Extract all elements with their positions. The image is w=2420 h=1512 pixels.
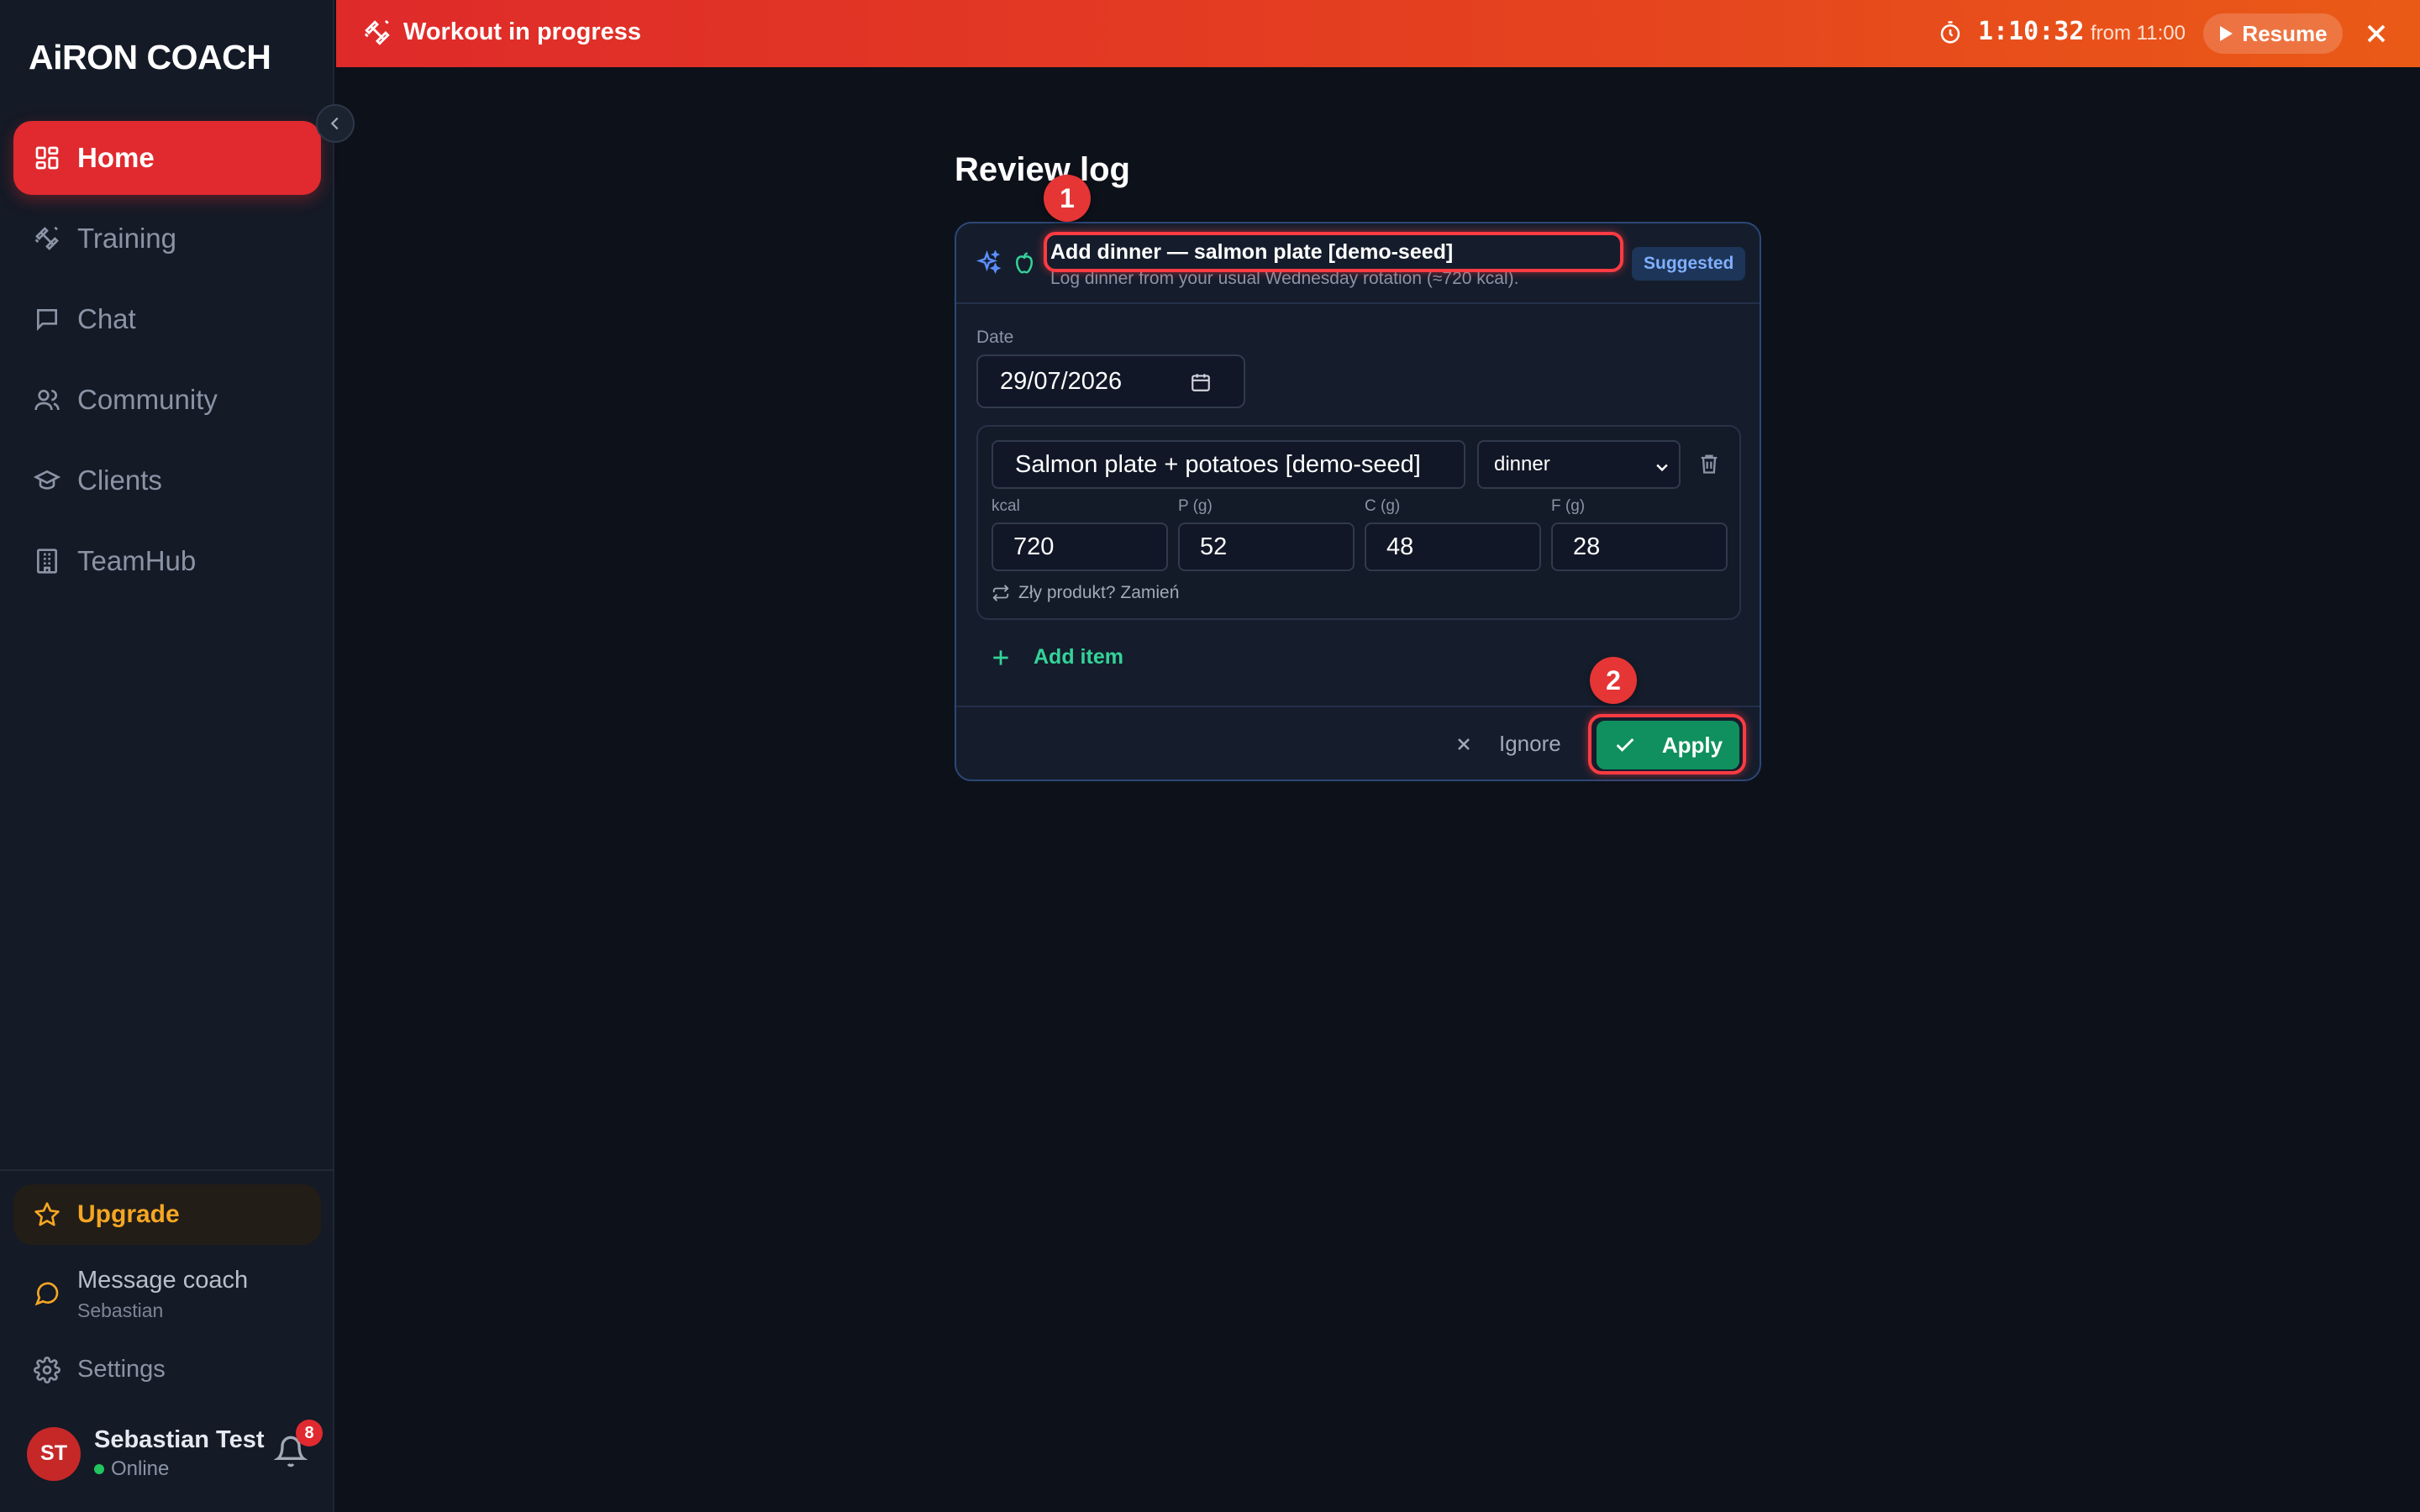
- sidebar-item-label: TeamHub: [77, 545, 197, 576]
- logo-text: iRON COACH: [53, 37, 271, 76]
- avatar: ST: [27, 1426, 81, 1481]
- page-title: Review log: [955, 151, 1130, 188]
- chevron-down-icon: [1656, 464, 1668, 472]
- sparkle-icon: [976, 250, 1002, 275]
- dumbbell-icon: [364, 19, 390, 45]
- apply-button[interactable]: Apply: [1597, 721, 1739, 769]
- swap-product-link[interactable]: Zły produkt? Zamień: [992, 583, 1179, 603]
- user-name: Sebastian Test: [94, 1426, 265, 1453]
- apple-icon: [1015, 252, 1034, 274]
- upgrade-button[interactable]: Upgrade: [13, 1184, 321, 1245]
- play-icon: [2220, 26, 2233, 41]
- carbs-input[interactable]: 48: [1365, 522, 1541, 571]
- user-status: Online: [94, 1457, 265, 1481]
- resume-label: Resume: [2242, 20, 2328, 46]
- suggestion-subtitle: Log dinner from your usual Wednesday rot…: [1050, 269, 1519, 288]
- fat-input[interactable]: 28: [1551, 522, 1728, 571]
- settings-button[interactable]: Settings: [34, 1356, 166, 1383]
- message-coach-button[interactable]: Message coach Sebastian: [34, 1267, 248, 1322]
- sidebar: AiRON COACH Home Training Chat Community…: [0, 0, 334, 1512]
- banner-title: Workout in progress: [403, 18, 642, 45]
- macro-protein: P (g) 52: [1178, 497, 1355, 571]
- food-name-value: Salmon plate + potatoes [demo-seed]: [1015, 450, 1421, 478]
- review-log-card: Add dinner — salmon plate [demo-seed] Lo…: [955, 222, 1761, 781]
- food-name-input[interactable]: Salmon plate + potatoes [demo-seed]: [992, 440, 1465, 489]
- kcal-input[interactable]: 720: [992, 522, 1168, 571]
- status-badge: Suggested: [1632, 247, 1746, 281]
- sidebar-item-clients[interactable]: Clients: [13, 444, 321, 517]
- dumbbell-icon: [34, 226, 59, 250]
- ignore-button[interactable]: Ignore: [1454, 731, 1561, 757]
- sidebar-item-label: Clients: [77, 465, 162, 496]
- message-coach-label: Message coach: [77, 1267, 249, 1294]
- user-status-label: Online: [111, 1457, 170, 1480]
- swap-label: Zły produkt? Zamień: [1018, 583, 1180, 602]
- add-item-label: Add item: [1034, 645, 1123, 669]
- macro-carbs: C (g) 48: [1365, 497, 1541, 571]
- sidebar-item-training[interactable]: Training: [13, 202, 321, 276]
- step-marker-2: 2: [1590, 657, 1637, 704]
- sidebar-item-label: Community: [77, 384, 218, 415]
- protein-input[interactable]: 52: [1178, 522, 1355, 571]
- food-item-row: Salmon plate + potatoes [demo-seed] dinn…: [976, 425, 1741, 620]
- logo-a-mark: A: [29, 37, 54, 76]
- online-dot-icon: [94, 1464, 104, 1474]
- ignore-label: Ignore: [1499, 731, 1561, 756]
- sidebar-divider: [0, 1169, 334, 1171]
- sidebar-item-chat[interactable]: Chat: [13, 282, 321, 356]
- settings-label: Settings: [77, 1356, 166, 1383]
- workout-banner: Workout in progress 1:10:32 from 11:00 R…: [336, 0, 2420, 67]
- calendar-icon[interactable]: [1190, 371, 1212, 393]
- meal-type-select[interactable]: dinner: [1477, 440, 1681, 489]
- user-profile[interactable]: ST Sebastian Test Online: [27, 1426, 265, 1481]
- add-item-button[interactable]: Add item: [990, 645, 1123, 669]
- sidebar-nav: Home Training Chat Community Clients Tea…: [13, 121, 321, 605]
- sidebar-item-teamhub[interactable]: TeamHub: [13, 524, 321, 598]
- coach-name: Sebastian: [77, 1299, 164, 1321]
- swap-arrows-icon: [992, 585, 1009, 601]
- notification-badge: 8: [296, 1420, 323, 1446]
- upgrade-label: Upgrade: [77, 1200, 180, 1228]
- macro-label: kcal: [992, 497, 1020, 515]
- graduation-cap-icon: [34, 470, 60, 490]
- macro-label: P (g): [1178, 497, 1213, 515]
- card-header: Add dinner — salmon plate [demo-seed] Lo…: [956, 223, 1760, 304]
- close-icon[interactable]: [2361, 18, 2391, 49]
- plus-icon: [993, 649, 1008, 665]
- grid-icon: [35, 146, 59, 170]
- message-circle-icon: [34, 1282, 59, 1306]
- meal-type-value: dinner: [1494, 453, 1550, 475]
- chat-bubble-icon: [37, 309, 57, 331]
- star-icon: [34, 1202, 60, 1226]
- sidebar-item-home[interactable]: Home: [13, 121, 321, 195]
- check-icon: [1616, 738, 1634, 752]
- gear-icon: [34, 1356, 60, 1383]
- macro-fat: F (g) 28: [1551, 497, 1728, 571]
- macro-label: C (g): [1365, 497, 1401, 515]
- macro-kcal: kcal 720: [992, 497, 1168, 571]
- resume-button[interactable]: Resume: [2203, 13, 2343, 54]
- macro-label: F (g): [1551, 497, 1586, 515]
- step-marker-1: 1: [1044, 175, 1091, 222]
- sidebar-item-label: Training: [77, 223, 176, 254]
- collapse-sidebar-button[interactable]: [316, 104, 355, 143]
- date-value: 29/07/2026: [1000, 367, 1123, 395]
- apply-label: Apply: [1661, 732, 1723, 758]
- sidebar-item-label: Chat: [77, 303, 136, 334]
- trash-icon[interactable]: [1697, 452, 1721, 475]
- people-icon: [34, 390, 60, 411]
- date-field[interactable]: 29/07/2026: [976, 354, 1245, 408]
- sidebar-item-label: Home: [77, 142, 155, 173]
- workout-start-time: from 11:00: [2091, 22, 2186, 45]
- suggestion-title: Add dinner — salmon plate [demo-seed]: [1050, 240, 1454, 264]
- sidebar-item-community[interactable]: Community: [13, 363, 321, 437]
- app-logo[interactable]: AiRON COACH: [29, 37, 271, 77]
- date-label: Date: [976, 328, 1014, 347]
- stopwatch-icon: [1940, 21, 1960, 44]
- building-icon: [37, 549, 57, 574]
- card-footer-divider: [956, 706, 1760, 707]
- workout-timer: 1:10:32: [1978, 17, 2085, 46]
- close-icon: [1458, 738, 1470, 750]
- chevron-left-icon: [330, 117, 339, 130]
